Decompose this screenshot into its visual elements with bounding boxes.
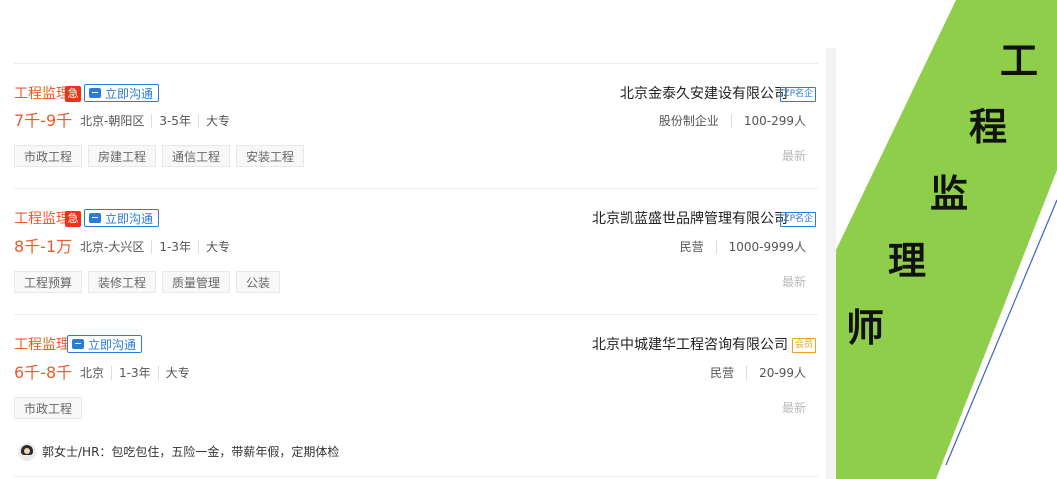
job-tag: 市政工程 — [14, 145, 83, 167]
hr-avatar — [18, 443, 36, 461]
job-location: 北京 — [80, 366, 105, 380]
chat-icon — [89, 88, 101, 98]
job-education: 大专 — [157, 366, 197, 380]
job-title[interactable]: 工程监理 — [14, 335, 70, 355]
urgent-badge: 急 — [65, 86, 81, 102]
salary: 8千-1万 — [14, 237, 73, 256]
job-card[interactable]: 工程监理 立即沟通 北京中城建华工程咨询有限公司 会员 6千-8千 北京 1-3年… — [14, 314, 818, 475]
salary: 6千-8千 — [14, 363, 73, 382]
company-size: 1000-9999人 — [715, 240, 806, 254]
member-badge: 会员 — [791, 338, 816, 353]
company-name[interactable]: 北京中城建华工程咨询有限公司 — [592, 335, 788, 355]
company-type: 民营 — [710, 366, 735, 380]
job-tag: 工程预算 — [14, 271, 83, 293]
company-type: 民营 — [679, 240, 704, 254]
company-name[interactable]: 北京凯蓝盛世品牌管理有限公司 — [592, 209, 788, 229]
job-tags: 市政工程 — [14, 397, 88, 419]
job-tag: 质量管理 — [162, 271, 231, 293]
job-meta: 北京-大兴区 1-3年 大专 — [80, 238, 237, 256]
company-type: 股份制企业 — [658, 114, 719, 128]
urgent-badge: 急 — [65, 211, 81, 227]
post-status: 最新 — [781, 401, 806, 415]
chat-now-button[interactable]: 立即沟通 — [84, 84, 160, 102]
job-meta: 北京 1-3年 大专 — [80, 364, 197, 382]
job-tag: 公装 — [236, 271, 281, 293]
banner-char: 程 — [969, 105, 1008, 149]
job-experience: 1-3年 — [151, 240, 198, 254]
job-experience: 3-5年 — [151, 114, 198, 128]
company-badge: ZP名企 — [780, 87, 816, 102]
job-card[interactable]: 工程监理 急 立即沟通 北京凯蓝盛世品牌管理有限公司 ZP名企 8千-1万 北京… — [14, 188, 818, 314]
company-name[interactable]: 北京金泰久安建设有限公司 — [620, 84, 788, 104]
job-education: 大专 — [197, 240, 237, 254]
job-title[interactable]: 工程监理 — [14, 84, 70, 104]
company-meta: 股份制企业 100-299人 — [659, 112, 806, 130]
job-tags: 市政工程 房建工程 通信工程 安装工程 — [14, 145, 310, 167]
banner-char: 工 — [1000, 39, 1039, 83]
banner-char: 师 — [846, 306, 885, 350]
job-meta: 北京-朝阳区 3-5年 大专 — [80, 112, 237, 130]
post-status: 最新 — [781, 275, 806, 289]
company-meta: 民营 1000-9999人 — [680, 238, 806, 256]
panel-scroll-edge — [826, 48, 836, 479]
salary: 7千-9千 — [14, 111, 73, 130]
list-divider — [14, 476, 818, 477]
banner-char: 理 — [888, 239, 927, 283]
job-tag: 安装工程 — [236, 145, 305, 167]
job-tag: 房建工程 — [88, 145, 157, 167]
job-location: 北京-大兴区 — [80, 240, 145, 254]
job-tag: 装修工程 — [88, 271, 157, 293]
job-tags: 工程预算 装修工程 质量管理 公装 — [14, 271, 286, 293]
job-location: 北京-朝阳区 — [80, 114, 145, 128]
title-banner: 工 程 监 理 师 — [836, 0, 1057, 479]
company-badge: ZP名企 — [780, 212, 816, 227]
job-tag: 通信工程 — [162, 145, 231, 167]
job-experience: 1-3年 — [111, 366, 158, 380]
company-size: 100-299人 — [730, 114, 806, 128]
company-meta: 民营 20-99人 — [710, 364, 806, 382]
post-status: 最新 — [781, 149, 806, 163]
company-size: 20-99人 — [746, 366, 806, 380]
job-card[interactable]: 工程监理 急 立即沟通 北京金泰久安建设有限公司 ZP名企 7千-9千 北京-朝… — [14, 63, 818, 188]
chat-now-button[interactable]: 立即沟通 — [67, 335, 143, 353]
job-education: 大专 — [197, 114, 237, 128]
chat-now-button[interactable]: 立即沟通 — [84, 209, 160, 227]
chat-icon — [72, 339, 84, 349]
banner-char: 监 — [930, 172, 969, 216]
hr-message: 郭女士/HR：包吃包住，五险一金，带薪年假，定期体检 — [42, 445, 340, 459]
chat-icon — [89, 213, 101, 223]
job-tag: 市政工程 — [14, 397, 83, 419]
job-title[interactable]: 工程监理 — [14, 209, 70, 229]
